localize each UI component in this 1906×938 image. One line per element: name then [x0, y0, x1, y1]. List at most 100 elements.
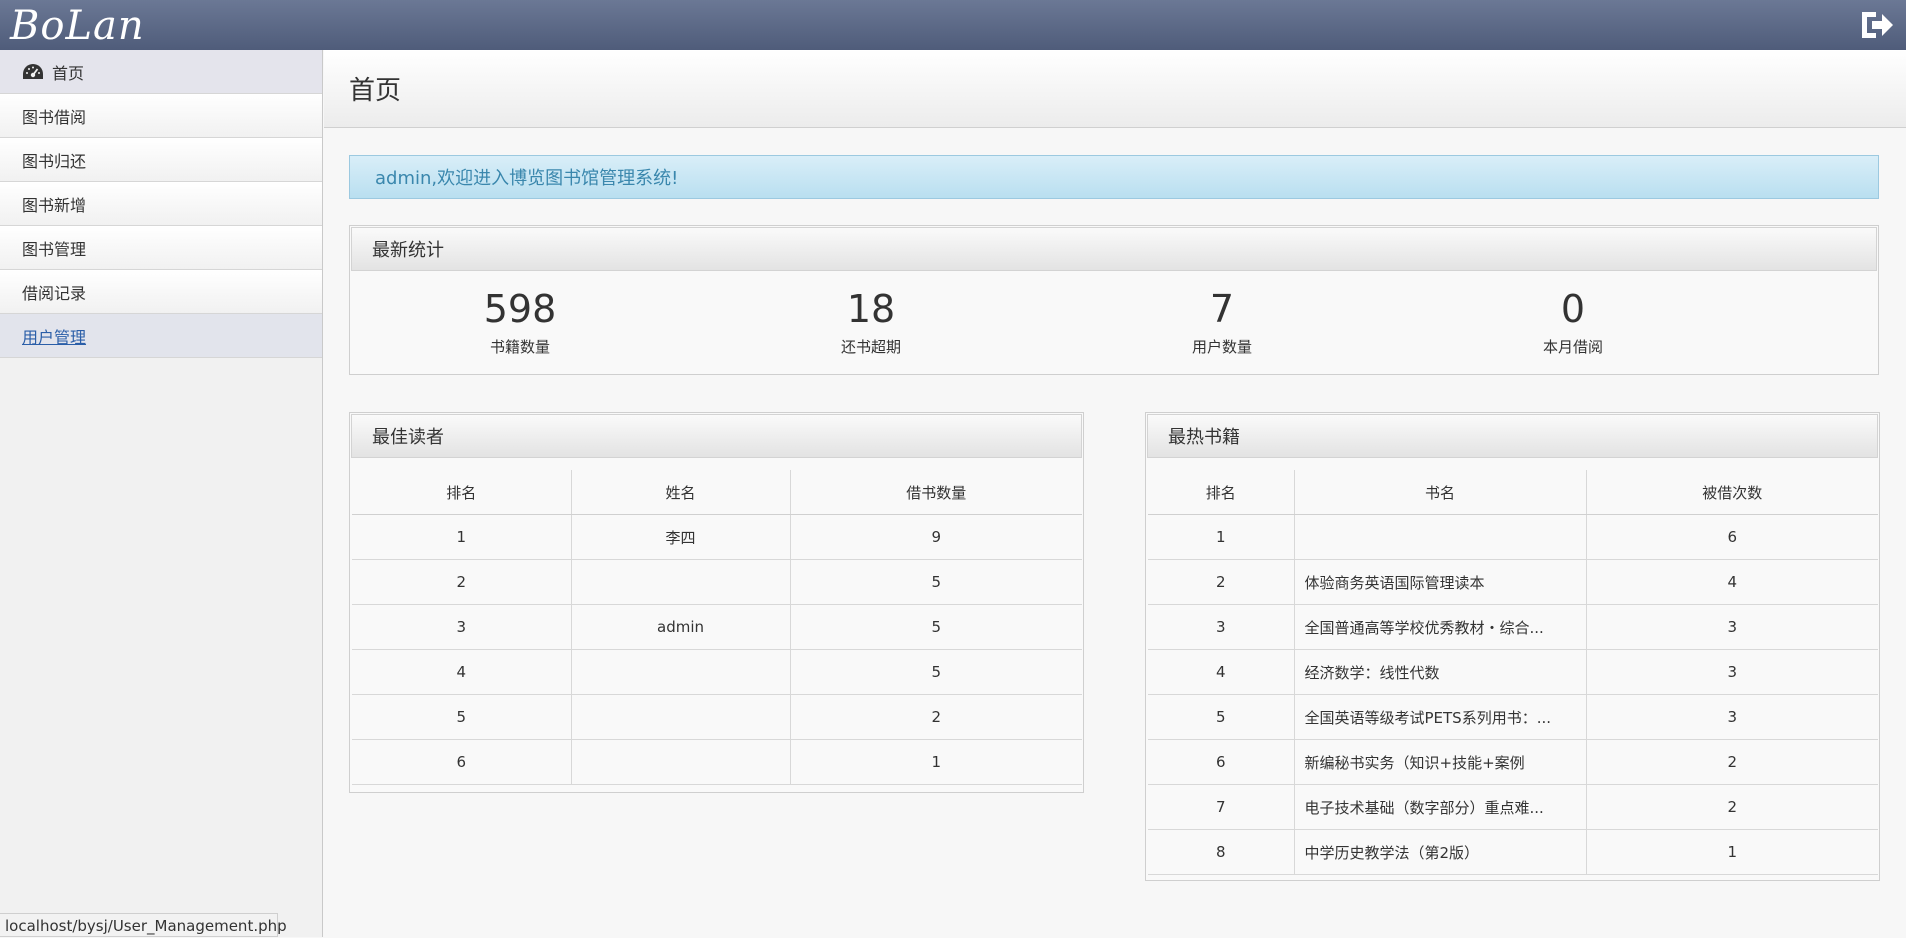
sidebar-item-book-return[interactable]: 图书归还	[0, 138, 322, 182]
best-readers-panel: 最佳读者 排名 姓名 借书数量 1 李四 9 2 5 3 admin 5 4 5…	[349, 412, 1084, 793]
name-cell	[571, 694, 791, 740]
count-cell: 5	[790, 649, 1082, 695]
borrow-count-cell: 3	[1586, 649, 1878, 695]
page-title: 首页	[324, 50, 1906, 128]
sidebar-item-label: 用户管理	[22, 327, 87, 347]
table-row: 1 6	[1148, 514, 1878, 560]
name-cell	[571, 649, 791, 695]
sidebar-item-label: 图书管理	[22, 239, 87, 259]
table-row: 2 体验商务英语国际管理读本 4	[1148, 559, 1878, 605]
stat-label: 还书超期	[840, 338, 901, 356]
stat-value: 0	[1560, 287, 1586, 331]
book-title-cell: 新编秘书实务（知识+技能+案例	[1294, 739, 1587, 785]
dashboard-icon	[23, 63, 43, 79]
borrow-count-cell: 1	[1586, 829, 1878, 875]
column-header: 书名	[1294, 470, 1587, 515]
name-cell: 李四	[571, 514, 791, 560]
count-cell: 5	[790, 559, 1082, 605]
book-title-cell: 经济数学：线性代数	[1294, 649, 1587, 695]
count-cell: 2	[790, 694, 1082, 740]
table-row: 4 经济数学：线性代数 3	[1148, 649, 1878, 695]
browser-status-url: localhost/bysj/User_Management.php	[0, 913, 287, 937]
stat-value: 18	[846, 287, 896, 331]
hot-books-panel: 最热书籍 排名 书名 被借次数 1 6 2 体验商务英语国际管理读本 4 3 全…	[1145, 412, 1880, 881]
borrow-count-cell: 6	[1586, 514, 1878, 560]
rank-cell: 4	[1148, 649, 1295, 695]
stat-book-count: 598 书籍数量	[420, 286, 620, 357]
sidebar-item-label: 图书借阅	[22, 107, 87, 127]
stat-label: 书籍数量	[489, 338, 550, 356]
book-title-cell: 全国英语等级考试PETS系列用书：...	[1294, 694, 1587, 740]
count-cell: 1	[790, 739, 1082, 785]
rank-cell: 1	[352, 514, 572, 560]
table-row: 3 全国普通高等学校优秀教材・综合... 3	[1148, 604, 1878, 650]
rank-cell: 5	[352, 694, 572, 740]
rank-cell: 8	[1148, 829, 1295, 875]
borrow-count-cell: 3	[1586, 604, 1878, 650]
hot-books-table: 排名 书名 被借次数 1 6 2 体验商务英语国际管理读本 4 3 全国普通高等…	[1148, 470, 1878, 875]
sidebar-item-label: 图书新增	[22, 195, 87, 215]
table-row: 5 全国英语等级考试PETS系列用书：... 3	[1148, 694, 1878, 740]
brand-logo[interactable]: BoLan	[10, 2, 145, 50]
rank-cell: 5	[1148, 694, 1295, 740]
sidebar: 首页 图书借阅 图书归还 图书新增 图书管理 借阅记录 用户管理	[0, 50, 323, 937]
table-row: 2 5	[352, 559, 1082, 605]
stats-panel-title: 最新统计	[351, 227, 1877, 271]
table-row: 4 5	[352, 649, 1082, 695]
rank-cell: 6	[1148, 739, 1295, 785]
borrow-count-cell: 2	[1586, 784, 1878, 830]
rank-cell: 2	[352, 559, 572, 605]
stat-user-count: 7 用户数量	[1122, 286, 1322, 357]
borrow-count-cell: 4	[1586, 559, 1878, 605]
top-navbar: BoLan	[0, 0, 1906, 50]
table-row: 1 李四 9	[352, 514, 1082, 560]
name-cell	[571, 739, 791, 785]
sidebar-item-label: 首页	[52, 63, 85, 83]
best-readers-table: 排名 姓名 借书数量 1 李四 9 2 5 3 admin 5 4 5 5 2 …	[352, 470, 1082, 785]
table-row: 6 1	[352, 739, 1082, 785]
stats-panel: 最新统计 598 书籍数量 18 还书超期 7 用户数量 0 本月借阅	[349, 225, 1879, 375]
sidebar-item-label: 借阅记录	[22, 283, 87, 303]
table-header-row: 排名 书名 被借次数	[1148, 470, 1878, 515]
sidebar-item-book-manage[interactable]: 图书管理	[0, 226, 322, 270]
book-title-cell: 全国普通高等学校优秀教材・综合...	[1294, 604, 1587, 650]
column-header: 借书数量	[790, 470, 1082, 515]
column-header: 被借次数	[1586, 470, 1878, 515]
book-title-cell	[1294, 514, 1587, 560]
book-title-cell: 电子技术基础（数字部分）重点难...	[1294, 784, 1587, 830]
stat-label: 本月借阅	[1542, 338, 1603, 356]
stat-monthly-borrow: 0 本月借阅	[1473, 286, 1673, 357]
rank-cell: 4	[352, 649, 572, 695]
sidebar-item-book-add[interactable]: 图书新增	[0, 182, 322, 226]
logout-icon[interactable]	[1858, 8, 1896, 42]
stat-value: 7	[1209, 287, 1235, 331]
rank-cell: 1	[1148, 514, 1295, 560]
book-title-cell: 体验商务英语国际管理读本	[1294, 559, 1587, 605]
stat-value: 598	[483, 287, 557, 331]
rank-cell: 3	[1148, 604, 1295, 650]
sidebar-item-book-borrow[interactable]: 图书借阅	[0, 94, 322, 138]
table-header-row: 排名 姓名 借书数量	[352, 470, 1082, 515]
name-cell	[571, 559, 791, 605]
table-row: 6 新编秘书实务（知识+技能+案例 2	[1148, 739, 1878, 785]
rank-cell: 2	[1148, 559, 1295, 605]
column-header: 排名	[352, 470, 572, 515]
sidebar-item-borrow-records[interactable]: 借阅记录	[0, 270, 322, 314]
stat-overdue: 18 还书超期	[771, 286, 971, 357]
sidebar-item-label: 图书归还	[22, 151, 87, 171]
count-cell: 5	[790, 604, 1082, 650]
table-row: 7 电子技术基础（数字部分）重点难... 2	[1148, 784, 1878, 830]
rank-cell: 6	[352, 739, 572, 785]
welcome-alert: admin,欢迎进入博览图书馆管理系统!	[349, 155, 1879, 199]
rank-cell: 7	[1148, 784, 1295, 830]
sidebar-item-user-manage[interactable]: 用户管理	[0, 314, 322, 358]
borrow-count-cell: 3	[1586, 694, 1878, 740]
table-row: 3 admin 5	[352, 604, 1082, 650]
table-row: 5 2	[352, 694, 1082, 740]
count-cell: 9	[790, 514, 1082, 560]
borrow-count-cell: 2	[1586, 739, 1878, 785]
hot-books-title: 最热书籍	[1147, 414, 1878, 458]
sidebar-item-home[interactable]: 首页	[0, 50, 322, 94]
main-content: 首页 admin,欢迎进入博览图书馆管理系统! 最新统计 598 书籍数量 18…	[324, 50, 1906, 937]
best-readers-title: 最佳读者	[351, 414, 1082, 458]
